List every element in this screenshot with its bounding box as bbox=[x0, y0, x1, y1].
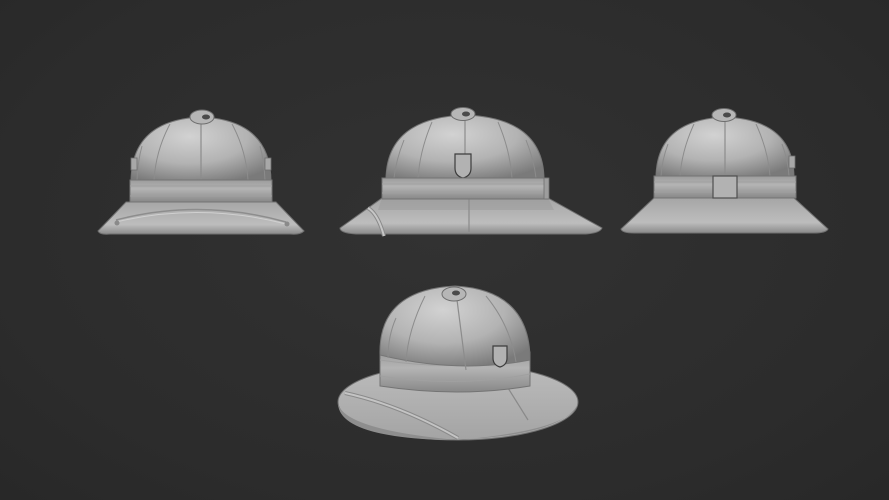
helmet-render-canvas bbox=[97, 107, 829, 441]
helmet-view-three-quarter bbox=[337, 285, 579, 441]
helmet-view-front bbox=[339, 107, 603, 237]
helmet-view-left-side bbox=[97, 109, 305, 235]
render-viewport bbox=[0, 0, 889, 500]
helmet-view-right-side bbox=[620, 108, 829, 234]
